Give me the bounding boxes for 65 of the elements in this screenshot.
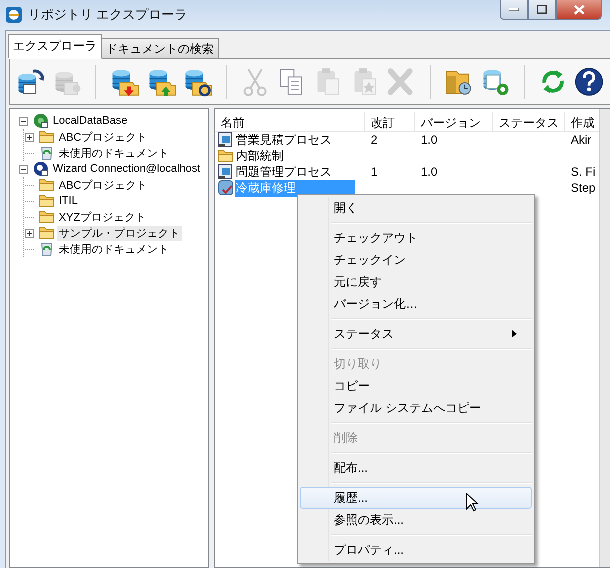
window-title: リポジトリ エクスプローラ	[28, 6, 188, 24]
table-cell: Step	[571, 181, 596, 195]
folder-icon	[39, 177, 55, 193]
tree-item[interactable]: Wizard Connection@localhost	[51, 163, 203, 175]
tree-item[interactable]: サンプル・プロジェクト	[57, 226, 182, 240]
folder-icon	[39, 129, 55, 145]
tab[interactable]: ドキュメントの検索	[101, 38, 219, 58]
menu-item[interactable]: 履歴...	[300, 487, 532, 509]
mouse-cursor-icon	[466, 493, 479, 513]
menu-item[interactable]: プロパティ...	[300, 539, 532, 561]
tree-item[interactable]: ABCプロジェクト	[57, 178, 150, 192]
table-cell: 1.0	[421, 133, 438, 147]
menu-item[interactable]: ファイル システムへコピー	[300, 397, 532, 419]
submenu-arrow-icon	[512, 330, 517, 338]
table-cell[interactable]: 内部統制	[235, 148, 285, 164]
folder-icon	[39, 209, 55, 225]
menu-item[interactable]: チェックアウト	[300, 227, 532, 249]
table-cell: 1.0	[421, 165, 438, 179]
table-cell: Akir	[571, 133, 592, 147]
maximize-icon	[537, 5, 547, 14]
menu-item[interactable]: 元に戻す	[300, 271, 532, 293]
tree-item[interactable]: 未使用のドキュメント	[57, 242, 171, 256]
table-cell: 1	[371, 165, 378, 179]
menu-item[interactable]: ステータス	[300, 323, 532, 345]
menu-item[interactable]: チェックイン	[300, 249, 532, 271]
recycle-bin-icon	[39, 241, 55, 257]
menu-item[interactable]: 参照の表示...	[300, 509, 532, 531]
tab[interactable]: エクスプローラ	[8, 34, 102, 59]
tree-item[interactable]: XYZプロジェクト	[57, 210, 148, 224]
column-header[interactable]: 改訂	[365, 112, 415, 131]
minimize-icon	[509, 8, 519, 12]
menu-item[interactable]: 配布...	[300, 457, 532, 479]
menu-item[interactable]: コピー	[300, 375, 532, 397]
column-header[interactable]: 名前	[215, 112, 365, 131]
scrollbar[interactable]	[599, 109, 610, 567]
folder-icon	[39, 225, 55, 241]
table-cell[interactable]: 問題管理プロセス	[235, 164, 333, 180]
tree-item[interactable]: ABCプロジェクト	[57, 130, 150, 144]
server-icon	[33, 161, 49, 177]
close-button[interactable]	[556, 0, 602, 20]
menu-item[interactable]: バージョン化…	[300, 293, 532, 315]
column-header[interactable]: バージョン	[415, 112, 493, 131]
collapse-toggle-icon[interactable]	[18, 116, 29, 126]
minimize-button[interactable]	[500, 0, 528, 20]
document-icon	[218, 132, 234, 148]
column-header[interactable]: ステータス	[493, 112, 565, 131]
table-cell[interactable]: 営業見積プロセス	[235, 132, 333, 148]
maximize-button[interactable]	[528, 0, 556, 20]
tree-item[interactable]: LocalDataBase	[51, 115, 130, 127]
app-logo-icon	[6, 7, 22, 23]
table-cell: S. Fi	[571, 165, 596, 179]
collapse-toggle-icon[interactable]	[18, 164, 29, 174]
table-cell: 2	[371, 133, 378, 147]
database-icon	[33, 113, 49, 129]
folder-icon	[218, 148, 234, 164]
menu-item[interactable]: 開く	[300, 197, 532, 219]
tree-item[interactable]: 未使用のドキュメント	[57, 146, 171, 160]
expand-toggle-icon[interactable]	[24, 132, 35, 142]
tree-item[interactable]: ITIL	[57, 195, 80, 207]
expand-toggle-icon[interactable]	[24, 228, 35, 238]
document-icon	[218, 164, 234, 180]
folder-icon	[39, 193, 55, 209]
recycle-bin-icon	[39, 145, 55, 161]
service-icon	[218, 180, 234, 196]
close-icon	[574, 4, 584, 14]
